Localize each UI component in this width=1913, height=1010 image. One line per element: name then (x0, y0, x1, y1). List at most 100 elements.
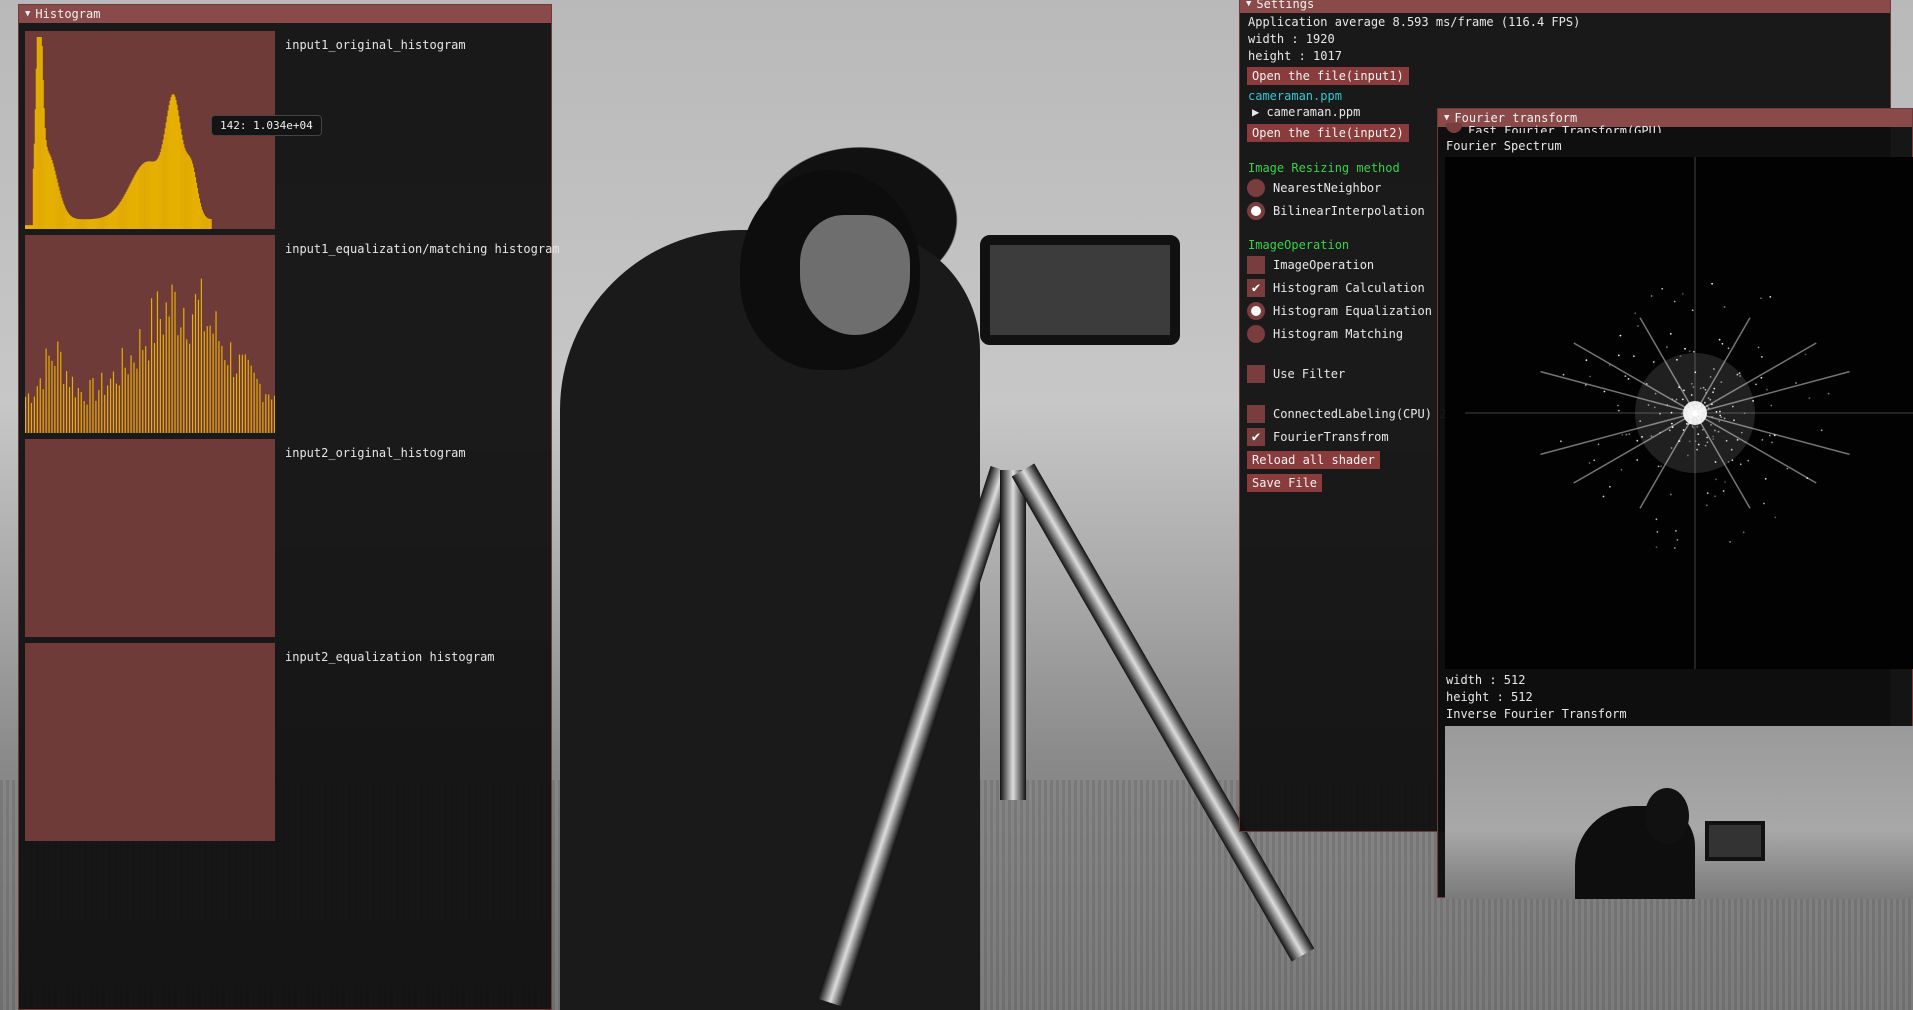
checkbox-fourier-transform[interactable]: ✔ FourierTransfrom (1247, 427, 1389, 447)
spectrum-speckle (1673, 547, 1676, 549)
spectrum-speckle (1668, 429, 1671, 432)
spectrum-speckle (1706, 492, 1709, 494)
spectrum-speckle (1705, 504, 1708, 507)
spectrum-speckle (1713, 387, 1716, 390)
spectrum-speckle (1636, 439, 1639, 442)
collapse-triangle-icon[interactable]: ▼ (1246, 0, 1251, 13)
spectrum-speckle (1706, 405, 1708, 407)
spectrum-speckle (1705, 391, 1707, 394)
spectrum-speckle (1678, 386, 1680, 389)
histogram-bar (165, 302, 167, 433)
histogram-bar (191, 314, 194, 433)
spectrum-speckle (1691, 309, 1694, 312)
spectrum-speckle (1628, 433, 1631, 435)
fft-gpu-option[interactable]: Fast Fourier Transform(GPU) (1446, 123, 1663, 133)
spectrum-speckle (1670, 411, 1673, 414)
histogram-window[interactable]: ▼ Histogram input1_original_histogram 14… (18, 4, 560, 1010)
checkbox-use-filter[interactable]: Use Filter (1247, 364, 1345, 384)
histogram-bar (66, 371, 68, 433)
radio-histogram-matching[interactable]: Histogram Matching (1247, 324, 1403, 344)
histogram-bar (80, 391, 82, 433)
spectrum-speckle (1733, 419, 1735, 422)
spectrum-speckle (1730, 448, 1733, 451)
width-text: width : 1920 (1248, 32, 1335, 46)
radio-histogram-equalization[interactable]: Histogram Equalization (1247, 301, 1432, 321)
spectrum-speckle (1639, 420, 1642, 422)
open-input2-button[interactable]: Open the file(input2) (1247, 124, 1409, 142)
spectrum-speckle (1715, 478, 1717, 481)
collapse-triangle-icon[interactable]: ▼ (25, 5, 30, 23)
histogram-bar (109, 378, 112, 433)
checkbox-icon (1247, 256, 1265, 274)
fourier-window[interactable]: ▼ Fourier transform Fast Fourier Transfo… (1437, 108, 1913, 899)
spectrum-speckle (1743, 412, 1746, 415)
spectrum-speckle (1625, 433, 1628, 436)
spectrum-speckle (1697, 443, 1700, 446)
histogram-bar (218, 341, 220, 433)
spectrum-speckle (1711, 403, 1713, 406)
open-input1-button[interactable]: Open the file(input1) (1247, 67, 1409, 85)
reload-shader-button[interactable]: Reload all shader (1247, 451, 1380, 469)
histogram-bar (244, 354, 246, 433)
spectrum-speckle (1617, 409, 1620, 412)
spectrum-speckle (1683, 389, 1685, 392)
spectrum-speckle (1690, 382, 1693, 385)
fft-gpu-label: Fast Fourier Transform(GPU) (1468, 124, 1664, 133)
histogram-plot-area[interactable] (25, 643, 275, 841)
spectrum-speckle (1721, 342, 1724, 345)
spectrum-speckle (1738, 372, 1741, 374)
histogram-bar (71, 376, 74, 433)
histogram-plot-area[interactable] (25, 235, 275, 433)
spectrum-speckle (1588, 462, 1591, 464)
radio-nearest-neighbor[interactable]: NearestNeighbor (1247, 178, 1381, 198)
spectrum-speckle (1714, 495, 1716, 498)
histogram-bar (107, 385, 109, 433)
histogram-bar (121, 347, 123, 433)
histogram-bar (274, 395, 275, 433)
spectrum-speckle (1704, 444, 1707, 447)
checkbox-connected-labeling[interactable]: ConnectedLabeling(CPU) 2 (1247, 404, 1446, 424)
spectrum-speckle (1655, 546, 1658, 549)
spectrum-speckle (1804, 353, 1807, 356)
spectrum-speckle (1681, 292, 1684, 295)
spectrum-speckle (1727, 461, 1730, 463)
checkbox-imageoperation[interactable]: ImageOperation (1247, 255, 1374, 275)
checkbox-icon (1247, 365, 1265, 383)
histogram-bar (156, 291, 159, 433)
spectrum-speckle (1736, 373, 1739, 376)
checkbox-histogram-calculation[interactable]: ✔ Histogram Calculation (1247, 278, 1425, 298)
radio-bilinear[interactable]: BilinearInterpolation (1247, 201, 1425, 221)
spectrum-speckle (1681, 413, 1683, 415)
radio-button-icon (1446, 123, 1462, 133)
save-file-button[interactable]: Save File (1247, 474, 1323, 492)
spectrum-speckle (1771, 441, 1773, 444)
histogram-plot-label: input1_equalization/matching histogram (285, 242, 560, 256)
spectrum-speckle (1725, 439, 1728, 442)
spectrum-speckle (1774, 516, 1777, 519)
spectrum-speckle (1659, 431, 1661, 434)
file2-tree-label: cameraman.ppm (1266, 105, 1361, 119)
spectrum-speckle (1715, 411, 1718, 413)
spectrum-speckle (1752, 400, 1754, 402)
histogram-window-titlebar[interactable]: ▼ Histogram (19, 5, 551, 23)
spectrum-speckle (1757, 346, 1760, 349)
spectrum-speckle (1770, 404, 1773, 407)
spectrum-speckle (1739, 463, 1742, 466)
histogram-plot-area[interactable] (25, 439, 275, 637)
histogram-bar (95, 400, 97, 433)
background-camera (980, 235, 1180, 345)
radio-button-selected-icon (1247, 302, 1265, 320)
spectrum-speckle (1702, 428, 1704, 431)
spectrum-speckle (1711, 282, 1713, 285)
spectrum-speckle (1773, 434, 1776, 437)
spectrum-speckle (1692, 386, 1695, 388)
file2-tree-node[interactable]: ▶ cameraman.ppm (1252, 105, 1360, 119)
spectrum-speckle (1671, 426, 1674, 429)
spectrum-speckle (1589, 375, 1591, 378)
histogram-bar (36, 386, 38, 433)
settings-window-titlebar[interactable]: ▼ Settings (1240, 0, 1890, 13)
histogram-bar (268, 394, 270, 433)
histogram-bar (159, 319, 161, 433)
radio-button-icon (1247, 325, 1265, 343)
checkbox-icon (1247, 405, 1265, 423)
